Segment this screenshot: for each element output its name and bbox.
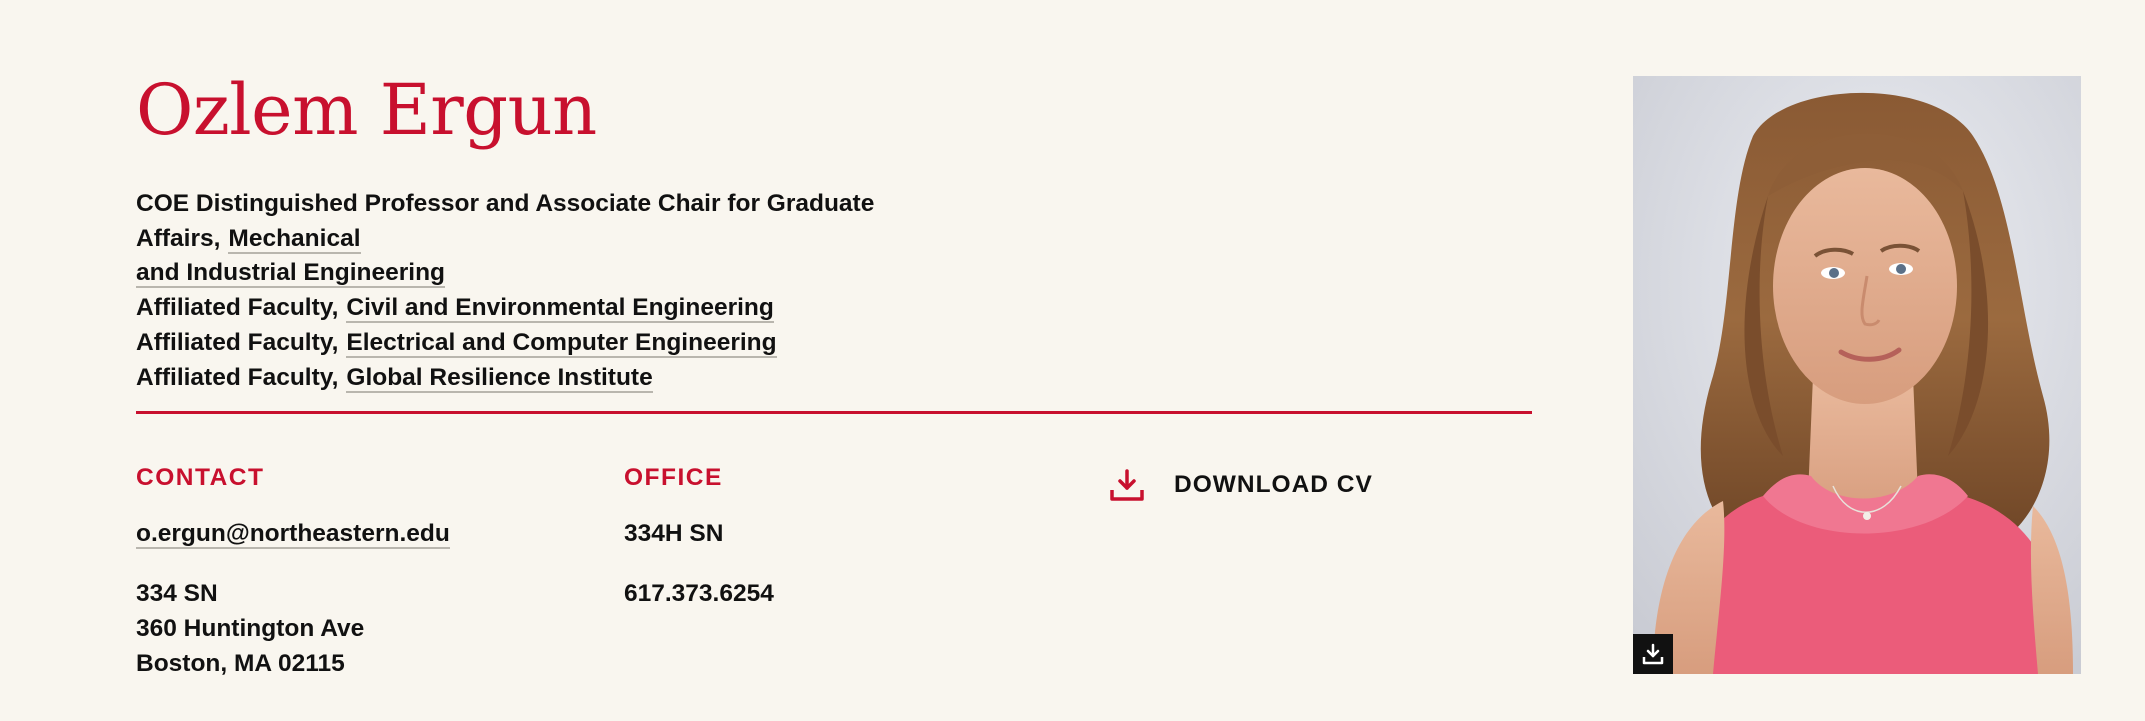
download-cv-label: DOWNLOAD CV xyxy=(1174,471,1373,498)
contact-address: 334 SN 360 Huntington Ave Boston, MA 021… xyxy=(136,576,364,681)
address-line: 360 Huntington Ave xyxy=(136,615,365,642)
office-heading: OFFICE xyxy=(624,464,723,491)
appointment-item: Affiliated Faculty, Global Resilience Ins… xyxy=(136,360,1036,395)
appointment-role: Affiliated Faculty, xyxy=(136,364,339,391)
profile-photo xyxy=(1633,76,2081,674)
contact-heading: CONTACT xyxy=(136,464,265,491)
department-link-mechanical-continued[interactable]: and Industrial Engineering xyxy=(136,259,446,288)
appointment-role: Affiliated Faculty, xyxy=(136,329,339,356)
office-phone[interactable]: 617.373.6254 xyxy=(624,576,774,611)
office-room: 334H SN xyxy=(624,520,724,547)
department-link-electrical[interactable]: Electrical and Computer Engineering xyxy=(346,329,777,358)
address-line: 334 SN xyxy=(136,580,218,607)
photo-download-button[interactable] xyxy=(1633,634,1673,674)
portrait-image xyxy=(1633,76,2081,674)
appointment-item: Affiliated Faculty, Civil and Environment… xyxy=(136,290,1036,325)
department-link-mechanical[interactable]: Mechanical xyxy=(228,225,361,254)
appointment-role: Affiliated Faculty, xyxy=(136,294,339,321)
download-icon xyxy=(1642,643,1664,665)
address-line: Boston, MA 02115 xyxy=(136,650,345,677)
section-divider xyxy=(136,411,1532,414)
contact-email-row: o.ergun@northeastern.edu xyxy=(136,516,450,551)
department-link-resilience[interactable]: Global Resilience Institute xyxy=(346,364,653,393)
appointment-item: Affiliated Faculty, Electrical and Comput… xyxy=(136,325,1036,360)
download-icon xyxy=(1110,469,1144,501)
department-link-civil[interactable]: Civil and Environmental Engineering xyxy=(346,294,774,323)
appointments-list: COE Distinguished Professor and Associat… xyxy=(136,186,1036,395)
profile-name: Ozlem Ergun xyxy=(136,69,597,151)
appointment-item-continued: and Industrial Engineering xyxy=(136,255,1036,290)
contact-email-link[interactable]: o.ergun@northeastern.edu xyxy=(136,520,450,549)
appointment-item: COE Distinguished Professor and Associat… xyxy=(136,186,1036,256)
download-cv-button[interactable]: DOWNLOAD CV xyxy=(1108,466,1373,504)
